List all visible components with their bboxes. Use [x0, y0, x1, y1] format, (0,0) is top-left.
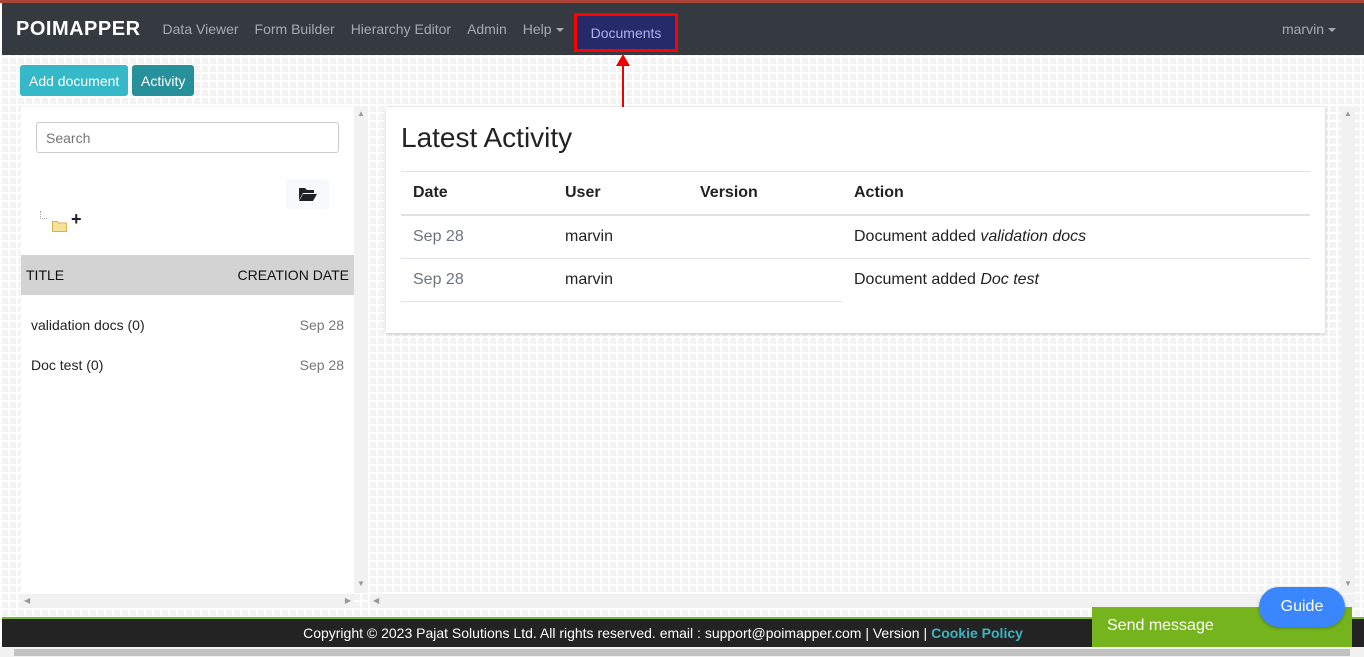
caret-down-icon: [555, 28, 564, 33]
activity-table: Date User Version Action Sep 28 marvin D…: [401, 171, 1310, 302]
search-input[interactable]: [36, 122, 339, 153]
nav-help-label: Help: [522, 21, 552, 37]
nav-data-viewer[interactable]: Data Viewer: [155, 21, 247, 37]
cell-action: Document added Doc test: [842, 259, 1310, 302]
cell-action: Document added validation docs: [842, 215, 1310, 259]
nav-documents[interactable]: Documents: [574, 13, 678, 52]
guide-button[interactable]: Guide: [1259, 587, 1345, 627]
table-row: Sep 28 marvin Document added Doc test: [401, 258, 1310, 302]
activity-card: Latest Activity Date User Version Action…: [386, 107, 1325, 333]
document-sidebar: + TITLE CREATION DATE validation docs (0…: [21, 107, 354, 593]
tree-line: [40, 211, 47, 219]
action-text: Document added: [854, 271, 981, 289]
activity-button[interactable]: Activity: [132, 65, 195, 96]
add-document-button[interactable]: Add document: [20, 65, 129, 96]
annotation-arrowhead: [616, 54, 630, 66]
main-vertical-scrollbar[interactable]: ▲ ▼: [1341, 107, 1355, 593]
nav-form-builder[interactable]: Form Builder: [247, 21, 343, 37]
add-folder-icon[interactable]: +: [71, 209, 82, 230]
cell-user: marvin: [553, 258, 688, 302]
cell-version: [688, 258, 842, 302]
cell-date: Sep 28: [401, 258, 553, 302]
cell-date: Sep 28: [401, 215, 553, 259]
cell-user: marvin: [553, 215, 688, 259]
col-date: Date: [401, 171, 553, 216]
scrollbar-thumb[interactable]: [14, 649, 1350, 656]
cookie-policy-link[interactable]: Cookie Policy: [931, 625, 1023, 641]
table-row: Sep 28 marvin Document added validation …: [401, 215, 1310, 259]
doc-title[interactable]: validation docs (0): [31, 317, 145, 333]
page-horizontal-scrollbar[interactable]: [0, 647, 1364, 657]
col-version: Version: [688, 171, 842, 216]
nav-admin[interactable]: Admin: [459, 21, 515, 37]
nav-help[interactable]: Help: [515, 21, 572, 37]
user-name: marvin: [1281, 21, 1324, 37]
doc-date: Sep 28: [299, 317, 344, 333]
folder-icon[interactable]: [52, 220, 67, 232]
user-menu[interactable]: marvin: [1274, 21, 1344, 37]
copyright-text: Copyright © 2023 Pajat Solutions Ltd. Al…: [303, 625, 928, 641]
document-list-header: TITLE CREATION DATE: [21, 255, 354, 295]
col-action: Action: [842, 171, 1310, 216]
doc-title[interactable]: Doc test (0): [31, 357, 103, 373]
list-item[interactable]: validation docs (0) Sep 28: [31, 317, 344, 333]
col-creation-date[interactable]: CREATION DATE: [238, 267, 350, 283]
page-title: Latest Activity: [401, 122, 573, 153]
sidebar-horizontal-scrollbar[interactable]: ◀ ▶: [21, 594, 354, 608]
caret-down-icon: [1328, 28, 1336, 33]
main-horizontal-scrollbar[interactable]: ◀: [370, 594, 1355, 608]
col-user: User: [553, 171, 688, 216]
nav-hierarchy-editor[interactable]: Hierarchy Editor: [343, 21, 459, 37]
logo: POIMAPPER: [16, 17, 141, 40]
action-item: Doc test: [980, 271, 1039, 289]
navbar: POIMAPPER Data Viewer Form Builder Hiera…: [2, 3, 1364, 55]
folder-open-icon: [298, 188, 317, 201]
open-folder-button[interactable]: [286, 179, 329, 209]
col-title[interactable]: TITLE: [26, 267, 64, 283]
action-text: Document added: [854, 228, 981, 245]
sidebar-vertical-scrollbar[interactable]: ▲ ▼: [354, 107, 368, 593]
cell-version: [688, 215, 842, 259]
action-item: validation docs: [980, 228, 1087, 245]
doc-date: Sep 28: [299, 357, 344, 373]
list-item[interactable]: Doc test (0) Sep 28: [31, 357, 344, 373]
